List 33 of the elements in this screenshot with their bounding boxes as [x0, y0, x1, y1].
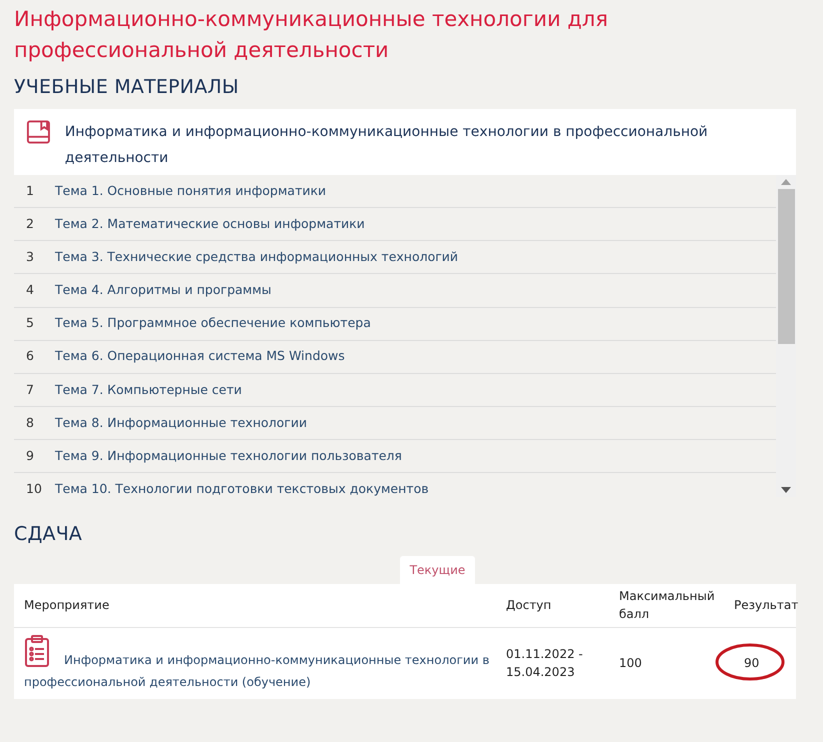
event-link[interactable]: Информатика и информационно-коммуникационные технологии в профессиональной деятельности (обучение): [24, 634, 496, 693]
topic-link[interactable]: Тема 3. Технические средства информационных технологий: [55, 248, 458, 267]
topic-number: 3: [25, 248, 35, 266]
topic-number: 7: [25, 380, 35, 399]
topic-number: 8: [25, 414, 35, 432]
course-title: Информатика и информационно-коммуникационные технологии в профессиональной деятельности: [64, 122, 709, 168]
section-heading: УЧЕБНЫЕ МАТЕРИАЛЫ: [14, 76, 240, 99]
topic-link[interactable]: Тема 1. Основные понятия информатики: [55, 182, 326, 200]
topic-number: 6: [25, 347, 35, 366]
topic-link[interactable]: Тема 4. Алгоритмы и программы: [55, 281, 272, 300]
topic-link[interactable]: Тема 10. Технологии подготовки текстовых документов: [55, 480, 429, 497]
access-period: 01.11.2022 - 15.04.2023: [506, 646, 584, 682]
column-header: Мероприятие: [23, 597, 110, 614]
topic-link[interactable]: Тема 2. Математические основы информатики: [55, 214, 365, 234]
topic-number: 9: [25, 447, 35, 466]
column-header: Доступ: [506, 597, 552, 614]
topic-number: 1: [25, 182, 35, 200]
tab[interactable]: Текущие: [400, 556, 476, 584]
topic-link[interactable]: Тема 9. Информационные технологии пользователя: [55, 447, 402, 466]
topic-link[interactable]: Тема 5. Программное обеспечение компьютера: [55, 314, 371, 334]
topic-link[interactable]: Тема 6. Операционная система MS Windows: [55, 347, 345, 366]
topic-number: 5: [25, 314, 35, 332]
topic-number: 10: [25, 480, 43, 497]
column-header: Максимальный балл: [619, 588, 716, 624]
column-header: Результат: [734, 597, 796, 614]
result-score: 90: [744, 656, 760, 670]
max-score: 100: [619, 655, 643, 672]
section-heading: СДАЧА: [14, 522, 84, 546]
topic-number: 2: [25, 214, 35, 233]
topic-number: 4: [25, 281, 35, 300]
topic-link[interactable]: Тема 7. Компьютерные сети: [55, 380, 242, 400]
topic-link[interactable]: Тема 8. Информационные технологии: [55, 414, 307, 433]
page-title: Информационно-коммуникационные технологии для профессиональной деятельности: [14, 6, 609, 64]
